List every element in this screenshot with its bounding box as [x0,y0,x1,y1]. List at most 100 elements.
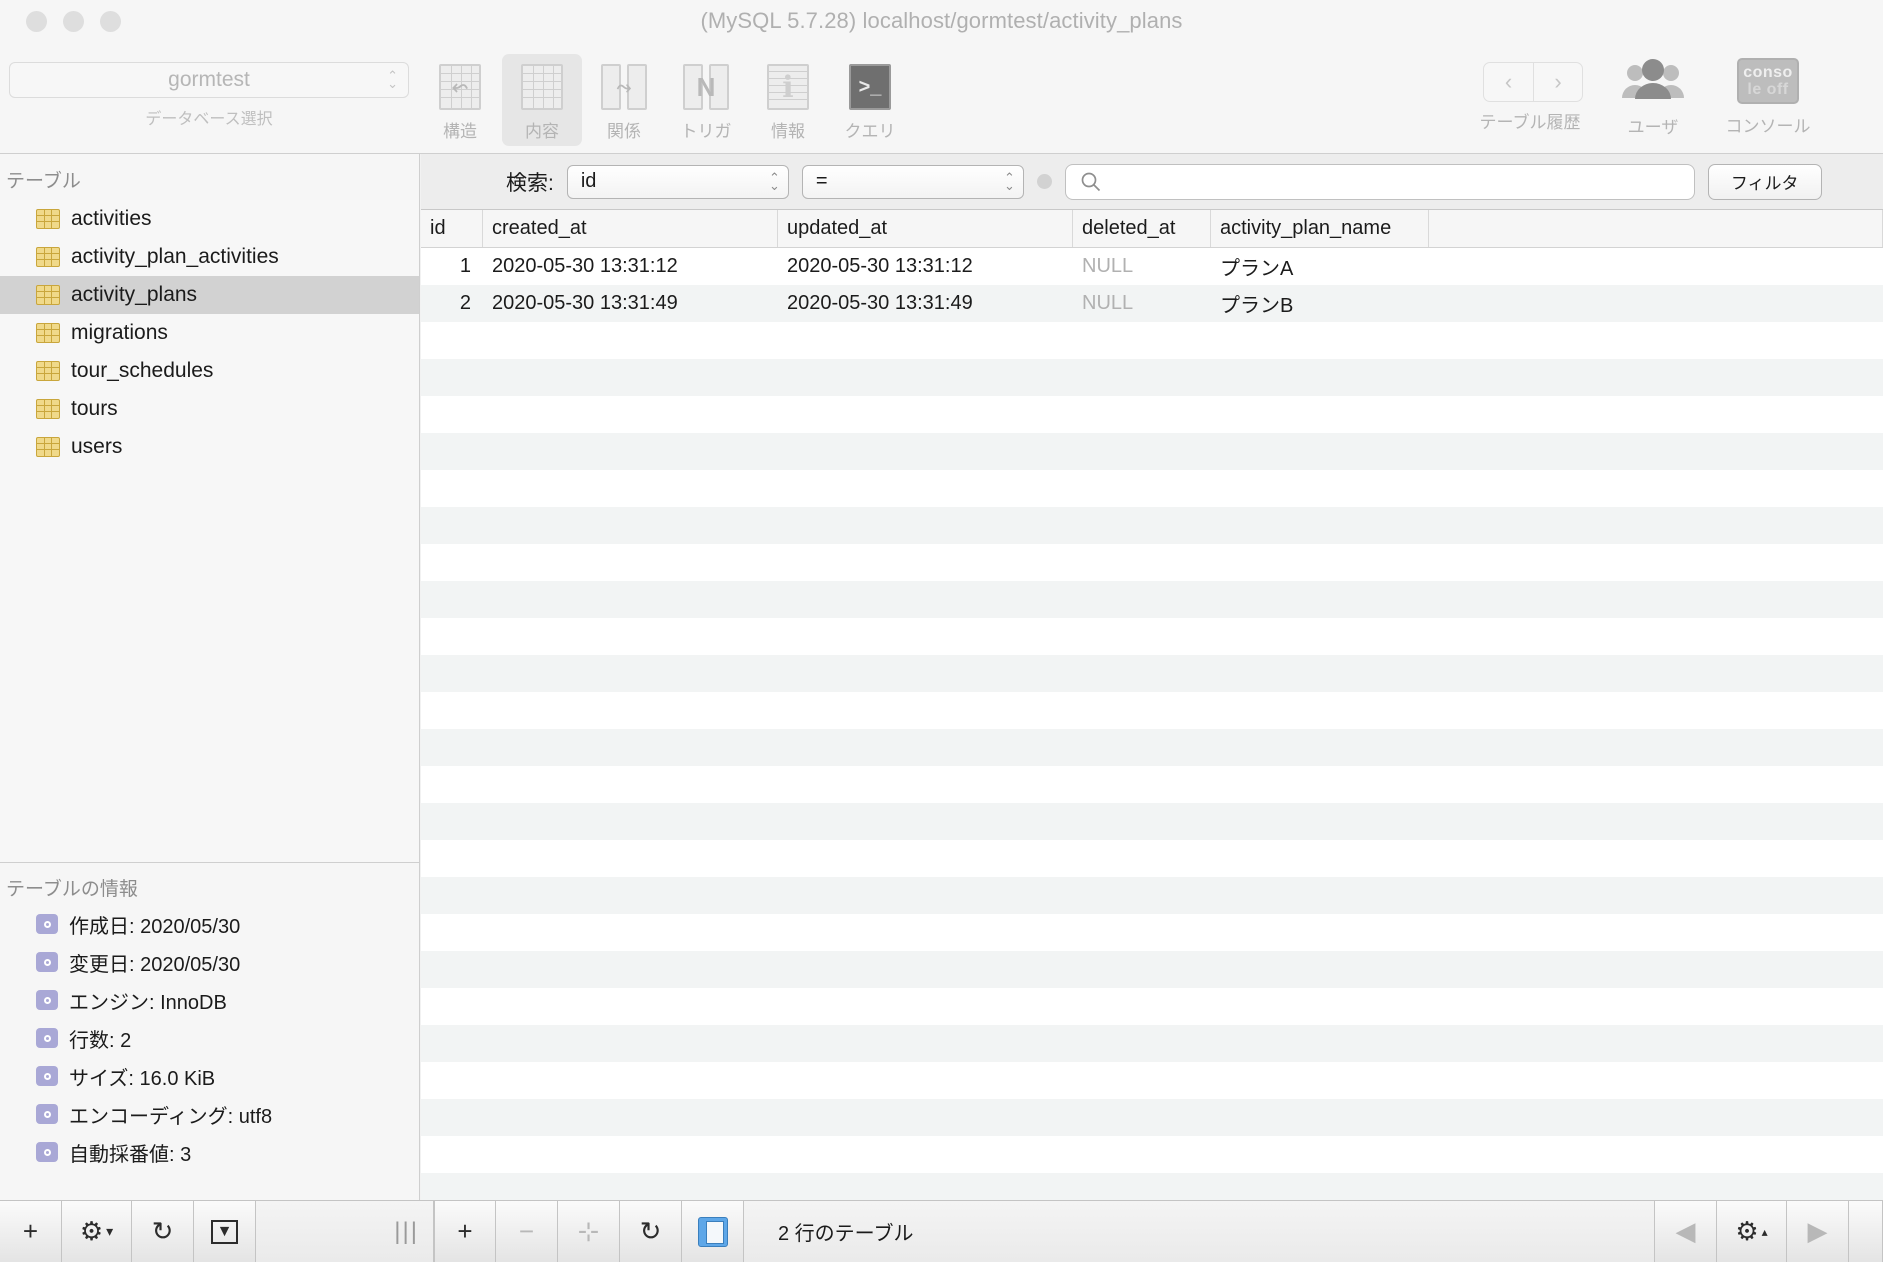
duplicate-row-icon [697,1216,728,1247]
empty-row [421,951,1883,988]
database-select-caption: データベース選択 [145,111,273,128]
window-title: (MySQL 5.7.28) localhost/gormtest/activi… [700,8,1183,33]
search-input-wrapper[interactable] [1064,163,1695,200]
add-table-button[interactable]: + [0,1200,62,1262]
column-header-updated_at[interactable]: updated_at [778,210,1073,247]
trigger-icon: N [681,62,731,112]
cell-created_at: 2020-05-30 13:31:12 [492,255,678,277]
sidebar-item-migrations[interactable]: migrations [0,314,419,352]
cell-filler [1429,285,1883,322]
database-select[interactable]: gormtest ⌃ ⌄ [9,62,409,98]
result-grid[interactable]: id created_at updated_at deleted_at acti… [421,210,1883,1200]
content-grid-icon [517,62,567,112]
add-condition-button[interactable] [1036,174,1052,189]
empty-row [421,655,1883,692]
duplicate-row-button[interactable]: ⊹ [558,1200,620,1262]
table-history-nav[interactable]: ‹ › [1483,62,1583,102]
chevron-updown-icon: ⌃ ⌄ [768,169,780,193]
mysql-client-window: (MySQL 5.7.28) localhost/gormtest/activi… [0,0,1883,1262]
copy-rows-button[interactable] [682,1200,744,1262]
empty-row [421,1025,1883,1062]
search-field-value: id [580,170,597,192]
bullet-icon [36,1142,58,1162]
empty-row [421,1136,1883,1173]
table-row[interactable]: 2 2020-05-30 13:31:49 2020-05-30 13:31:4… [421,285,1883,322]
gear-icon: ⚙ [79,1216,104,1246]
sidebar-item-activity_plans[interactable]: activity_plans [0,276,419,314]
tab-structure-label: 構造 [443,122,477,141]
delete-row-button[interactable]: − [496,1200,558,1262]
history-forward-button[interactable]: › [1533,63,1582,101]
sidebar-resize-handle[interactable]: ||| [256,1200,434,1262]
toolbar-tabs: ⬿ 構造 内容 ⤳ 関係 N トリガ ℹ 情報 >_ クエリ [420,54,910,146]
column-header-created_at[interactable]: created_at [483,210,778,247]
add-row-button[interactable]: + [434,1200,496,1262]
sidebar-item-tours[interactable]: tours [0,390,419,428]
table-name: users [71,435,123,458]
info-row-modified: 変更日: 2020/05/30 [0,943,419,981]
tab-info[interactable]: ℹ 情報 [748,54,828,146]
console-badge-icon: conso le off [1737,58,1799,104]
sidebar-item-tour_schedules[interactable]: tour_schedules [0,352,419,390]
table-name: tours [71,397,118,420]
search-icon [1081,172,1100,191]
console-button[interactable]: conso le off コンソール [1703,58,1833,137]
table-name: activities [71,207,152,230]
history-back-button[interactable]: ‹ [1484,63,1533,101]
tab-content[interactable]: 内容 [502,54,582,146]
bullet-icon [36,1028,58,1048]
database-select-group: gormtest ⌃ ⌄ データベース選択 [9,62,409,129]
toggle-info-button[interactable]: ▼ [194,1200,256,1262]
cell-filler [1429,248,1883,285]
info-row-created: 作成日: 2020/05/30 [0,905,419,943]
filter-button[interactable]: フィルタ [1707,163,1822,200]
users-button[interactable]: ユーザ [1601,58,1705,138]
tab-structure[interactable]: ⬿ 構造 [420,54,500,146]
empty-row [421,914,1883,951]
grid-settings-button[interactable]: ⚙ ▴ [1717,1200,1787,1262]
search-field-select[interactable]: id ⌃ ⌄ [566,164,789,199]
info-text: 行数: 2 [69,1029,132,1052]
table-name: activity_plan_activities [71,245,279,268]
empty-row [421,988,1883,1025]
search-operator-select[interactable]: = ⌃ ⌄ [801,164,1024,199]
tab-relations[interactable]: ⤳ 関係 [584,54,664,146]
column-header-activity_plan_name[interactable]: activity_plan_name [1211,210,1429,247]
table-info-header: テーブルの情報 [6,879,138,900]
next-page-button[interactable]: ▶ [1787,1200,1849,1262]
empty-row [421,359,1883,396]
table-icon [36,361,60,381]
info-row-engine: エンジン: InnoDB [0,981,419,1019]
cell-activity_plan_name: プランB [1220,295,1294,317]
table-list[interactable]: activities activity_plan_activities acti… [0,200,419,862]
column-header-id[interactable]: id [421,210,483,247]
table-actions-button[interactable]: ⚙ ▾ [62,1200,132,1262]
tab-triggers[interactable]: N トリガ [666,54,746,146]
info-row-autoincrement: 自動採番値: 3 [0,1133,419,1171]
table-row[interactable]: 1 2020-05-30 13:31:12 2020-05-30 13:31:1… [421,248,1883,285]
info-text: エンコーディング: utf8 [69,1105,273,1128]
refresh-tables-button[interactable]: ↻ [132,1200,194,1262]
table-icon [36,437,60,457]
empty-row [421,470,1883,507]
gear-icon: ⚙ [1735,1216,1759,1246]
empty-row [421,433,1883,470]
column-header-deleted_at[interactable]: deleted_at [1073,210,1211,247]
empty-row [421,840,1883,877]
info-row-rowcount: 行数: 2 [0,1019,419,1057]
reload-data-button[interactable]: ↻ [620,1200,682,1262]
sidebar-item-activity_plan_activities[interactable]: activity_plan_activities [0,238,419,276]
empty-row [421,803,1883,840]
search-operator-value: = [815,170,828,192]
info-text: 変更日: 2020/05/30 [69,953,241,976]
tab-query[interactable]: >_ クエリ [830,54,910,146]
tab-content-label: 内容 [525,122,559,141]
search-input[interactable] [1109,170,1670,193]
prev-page-button[interactable]: ◀ [1655,1200,1717,1262]
table-name: activity_plans [71,283,198,306]
sidebar-item-activities[interactable]: activities [0,200,419,238]
table-icon [36,209,60,229]
empty-row [421,1173,1883,1200]
console-badge-line2: le off [1747,81,1789,98]
sidebar-item-users[interactable]: users [0,428,419,466]
